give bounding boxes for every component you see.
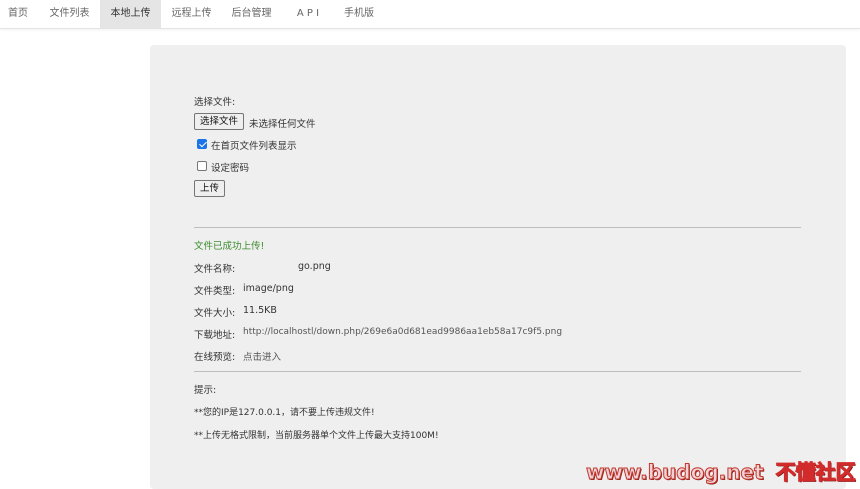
choose-file-label: 选择文件:: [194, 97, 236, 108]
tips-title: 提示:: [194, 385, 217, 396]
choose-file-button[interactable]: 选择文件: [194, 113, 245, 130]
nav-item-mobile[interactable]: 手机版: [335, 0, 383, 28]
online-preview-label: 在线预览:: [194, 352, 236, 363]
online-preview-link[interactable]: 点击进入: [243, 349, 281, 363]
divider: [194, 371, 801, 372]
tips-ip-warning: **您的IP是127.0.0.1，请不要上传违规文件!: [194, 408, 375, 418]
set-password-label: 设定密码: [211, 163, 250, 174]
file-name-label: 文件名称:: [194, 264, 236, 275]
watermark-domain: www.budog.net: [586, 460, 765, 485]
upload-panel: [150, 45, 846, 489]
top-navbar: 首页 文件列表 本地上传 远程上传 后台管理 A P I 手机版: [0, 0, 860, 29]
file-type-value: image/png: [243, 283, 294, 294]
show-on-home-label: 在首页文件列表显示: [211, 141, 297, 152]
site-watermark: www.budog.net 不懂社区: [586, 456, 857, 485]
show-on-home-checkbox[interactable]: [197, 139, 207, 149]
download-url-label: 下载地址:: [194, 330, 236, 341]
no-file-chosen-text: 未选择任何文件: [249, 119, 316, 130]
tips-size-limit: **上传无格式限制，当前服务器单个文件上传最大支持100M!: [194, 431, 439, 441]
nav-item-home[interactable]: 首页: [0, 0, 36, 28]
nav-item-file-list[interactable]: 文件列表: [40, 0, 99, 28]
upload-success-message: 文件已成功上传!: [194, 241, 265, 252]
upload-button[interactable]: 上传: [194, 180, 226, 197]
file-size-value: 11.5KB: [243, 305, 277, 316]
file-size-label: 文件大小:: [194, 308, 236, 319]
divider: [194, 227, 801, 228]
nav-item-local-upload[interactable]: 本地上传: [100, 0, 161, 28]
file-name-value: go.png: [298, 261, 331, 272]
download-url-link[interactable]: http://localhostl/down.php/269e6a0d681ea…: [243, 327, 562, 337]
nav-item-admin[interactable]: 后台管理: [222, 0, 281, 28]
nav-item-remote-upload[interactable]: 远程上传: [162, 0, 221, 28]
file-type-label: 文件类型:: [194, 286, 236, 297]
nav-item-api[interactable]: A P I: [284, 0, 332, 28]
set-password-checkbox[interactable]: [197, 161, 207, 171]
watermark-name: 不懂社区: [775, 460, 856, 485]
